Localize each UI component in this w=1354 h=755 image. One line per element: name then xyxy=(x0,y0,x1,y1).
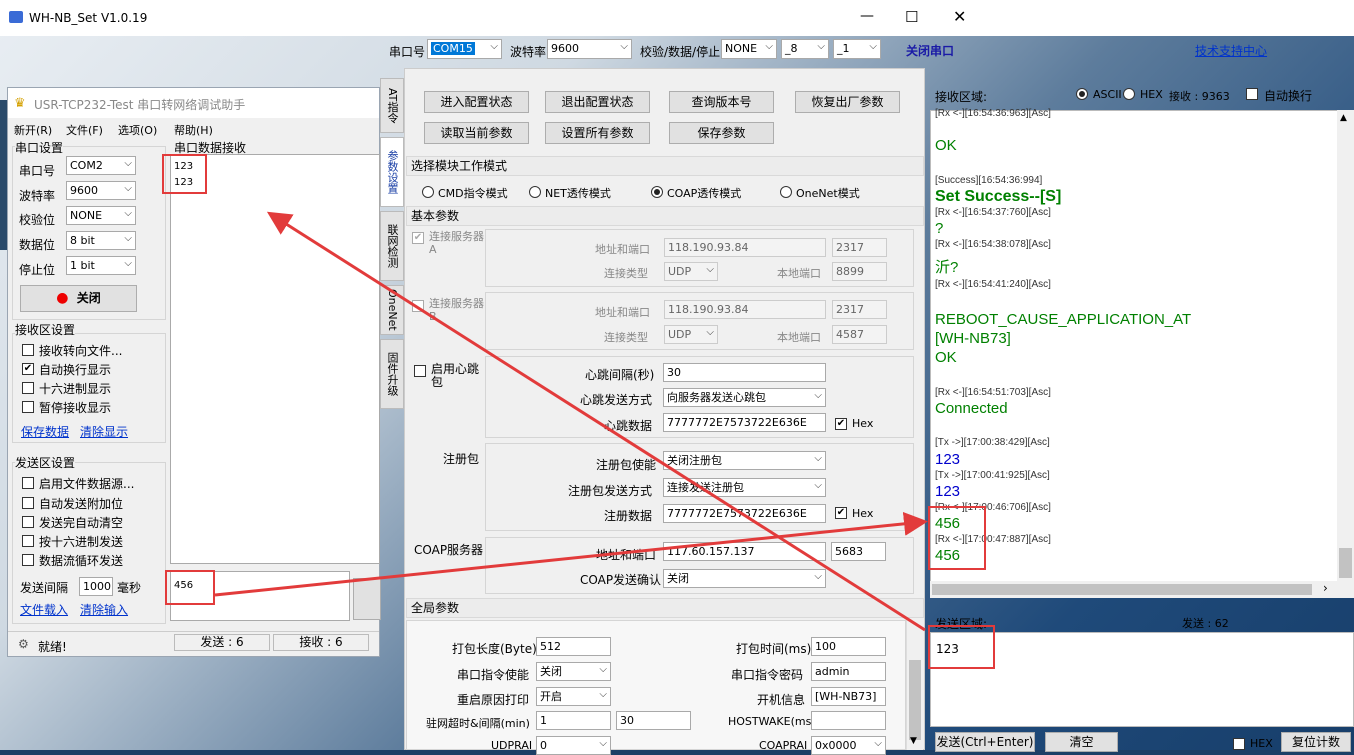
arrow-send-to-log xyxy=(214,511,928,597)
arrow-send-to-recv xyxy=(266,211,926,632)
annotation-arrows xyxy=(214,211,928,632)
